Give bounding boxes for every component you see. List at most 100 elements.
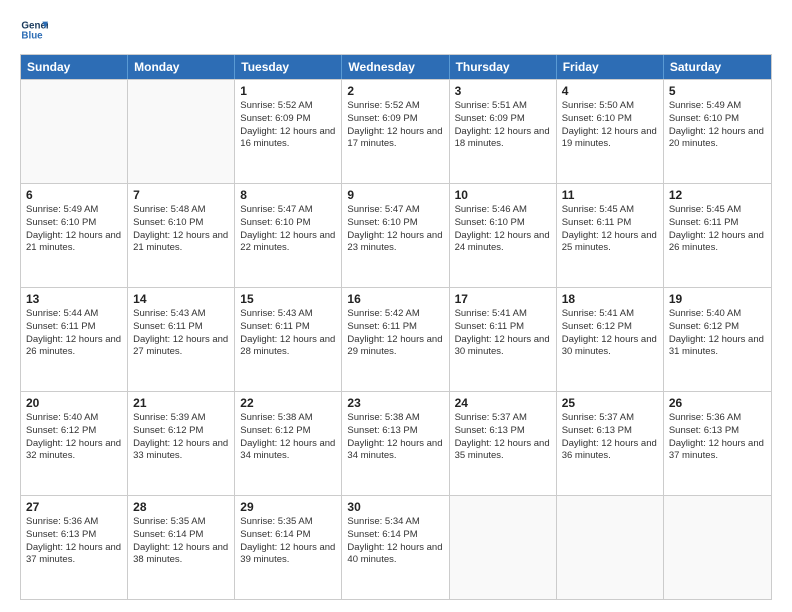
- header: General Blue: [20, 16, 772, 44]
- cell-info: Sunrise: 5:41 AM Sunset: 6:11 PM Dayligh…: [455, 308, 551, 359]
- cal-cell: 3Sunrise: 5:51 AM Sunset: 6:09 PM Daylig…: [450, 80, 557, 183]
- day-number: 13: [26, 292, 122, 306]
- day-number: 25: [562, 396, 658, 410]
- cal-cell: 23Sunrise: 5:38 AM Sunset: 6:13 PM Dayli…: [342, 392, 449, 495]
- cell-info: Sunrise: 5:49 AM Sunset: 6:10 PM Dayligh…: [669, 100, 766, 151]
- week-row-4: 27Sunrise: 5:36 AM Sunset: 6:13 PM Dayli…: [21, 495, 771, 599]
- day-number: 12: [669, 188, 766, 202]
- cal-cell: 2 Sunrise: 5:52 AM Sunset: 6:09 PM Daylig…: [342, 80, 449, 183]
- cell-info: Sunrise: 5:48 AM Sunset: 6:10 PM Dayligh…: [133, 204, 229, 255]
- day-number: 1: [240, 84, 336, 98]
- cal-cell: 8 Sunrise: 5:47 AM Sunset: 6:10 PM Daylig…: [235, 184, 342, 287]
- svg-text:Blue: Blue: [21, 30, 43, 41]
- cell-info: Sunrise: 5:37 AM Sunset: 6:13 PM Dayligh…: [455, 412, 551, 463]
- cell-info: Sunrise: 5:47 AM Sunset: 6:10 PM Dayligh…: [347, 204, 443, 255]
- cal-cell: 6 Sunrise: 5:49 AM Sunset: 6:10 PM Daylig…: [21, 184, 128, 287]
- day-number: 19: [669, 292, 766, 306]
- day-number: 23: [347, 396, 443, 410]
- day-number: 6: [26, 188, 122, 202]
- cell-info: Sunrise: 5:40 AM Sunset: 6:12 PM Dayligh…: [669, 308, 766, 359]
- week-row-0: 1 Sunrise: 5:52 AM Sunset: 6:09 PM Daylig…: [21, 79, 771, 183]
- day-number: 9: [347, 188, 443, 202]
- cell-info: Sunrise: 5:36 AM Sunset: 6:13 PM Dayligh…: [26, 516, 122, 567]
- cell-info: Sunrise: 5:49 AM Sunset: 6:10 PM Dayligh…: [26, 204, 122, 255]
- cell-info: Sunrise: 5:34 AM Sunset: 6:14 PM Dayligh…: [347, 516, 443, 567]
- day-number: 3: [455, 84, 551, 98]
- day-number: 11: [562, 188, 658, 202]
- cell-info: Sunrise: 5:37 AM Sunset: 6:13 PM Dayligh…: [562, 412, 658, 463]
- cal-cell: 7 Sunrise: 5:48 AM Sunset: 6:10 PM Daylig…: [128, 184, 235, 287]
- header-day-wednesday: Wednesday: [342, 55, 449, 79]
- cal-cell: 14 Sunrise: 5:43 AM Sunset: 6:11 PM Dayli…: [128, 288, 235, 391]
- cal-cell: 17 Sunrise: 5:41 AM Sunset: 6:11 PM Dayli…: [450, 288, 557, 391]
- header-day-monday: Monday: [128, 55, 235, 79]
- cal-cell: [450, 496, 557, 599]
- day-number: 14: [133, 292, 229, 306]
- cell-info: Sunrise: 5:39 AM Sunset: 6:12 PM Dayligh…: [133, 412, 229, 463]
- cal-cell: 26 Sunrise: 5:36 AM Sunset: 6:13 PM Dayli…: [664, 392, 771, 495]
- cell-info: Sunrise: 5:45 AM Sunset: 6:11 PM Dayligh…: [562, 204, 658, 255]
- header-day-friday: Friday: [557, 55, 664, 79]
- day-number: 28: [133, 500, 229, 514]
- cal-cell: 20 Sunrise: 5:40 AM Sunset: 6:12 PM Dayli…: [21, 392, 128, 495]
- cell-info: Sunrise: 5:45 AM Sunset: 6:11 PM Dayligh…: [669, 204, 766, 255]
- day-number: 16: [347, 292, 443, 306]
- cal-cell: [128, 80, 235, 183]
- week-row-1: 6 Sunrise: 5:49 AM Sunset: 6:10 PM Daylig…: [21, 183, 771, 287]
- calendar-body: 1 Sunrise: 5:52 AM Sunset: 6:09 PM Daylig…: [21, 79, 771, 599]
- cal-cell: 27Sunrise: 5:36 AM Sunset: 6:13 PM Dayli…: [21, 496, 128, 599]
- cal-cell: 16 Sunrise: 5:42 AM Sunset: 6:11 PM Dayli…: [342, 288, 449, 391]
- day-number: 15: [240, 292, 336, 306]
- cal-cell: 24 Sunrise: 5:37 AM Sunset: 6:13 PM Dayli…: [450, 392, 557, 495]
- cell-info: Sunrise: 5:35 AM Sunset: 6:14 PM Dayligh…: [133, 516, 229, 567]
- cell-info: Sunrise: 5:36 AM Sunset: 6:13 PM Dayligh…: [669, 412, 766, 463]
- cell-info: Sunrise: 5:43 AM Sunset: 6:11 PM Dayligh…: [133, 308, 229, 359]
- day-number: 20: [26, 396, 122, 410]
- cell-info: Sunrise: 5:42 AM Sunset: 6:11 PM Dayligh…: [347, 308, 443, 359]
- header-day-sunday: Sunday: [21, 55, 128, 79]
- day-number: 2: [347, 84, 443, 98]
- cal-cell: 18Sunrise: 5:41 AM Sunset: 6:12 PM Dayli…: [557, 288, 664, 391]
- cell-info: Sunrise: 5:38 AM Sunset: 6:12 PM Dayligh…: [240, 412, 336, 463]
- cal-cell: 25 Sunrise: 5:37 AM Sunset: 6:13 PM Dayli…: [557, 392, 664, 495]
- day-number: 10: [455, 188, 551, 202]
- cell-info: Sunrise: 5:52 AM Sunset: 6:09 PM Dayligh…: [240, 100, 336, 151]
- cal-cell: [664, 496, 771, 599]
- cal-cell: 15Sunrise: 5:43 AM Sunset: 6:11 PM Dayli…: [235, 288, 342, 391]
- cal-cell: 11 Sunrise: 5:45 AM Sunset: 6:11 PM Dayli…: [557, 184, 664, 287]
- cal-cell: 5 Sunrise: 5:49 AM Sunset: 6:10 PM Daylig…: [664, 80, 771, 183]
- week-row-3: 20 Sunrise: 5:40 AM Sunset: 6:12 PM Dayli…: [21, 391, 771, 495]
- cal-cell: 4Sunrise: 5:50 AM Sunset: 6:10 PM Daylig…: [557, 80, 664, 183]
- day-number: 29: [240, 500, 336, 514]
- cell-info: Sunrise: 5:40 AM Sunset: 6:12 PM Dayligh…: [26, 412, 122, 463]
- page: General Blue SundayMondayTuesdayWednesda…: [0, 0, 792, 612]
- cal-cell: 9 Sunrise: 5:47 AM Sunset: 6:10 PM Daylig…: [342, 184, 449, 287]
- header-day-saturday: Saturday: [664, 55, 771, 79]
- week-row-2: 13 Sunrise: 5:44 AM Sunset: 6:11 PM Dayli…: [21, 287, 771, 391]
- cal-cell: [21, 80, 128, 183]
- day-number: 7: [133, 188, 229, 202]
- cal-cell: [557, 496, 664, 599]
- cal-cell: 13 Sunrise: 5:44 AM Sunset: 6:11 PM Dayli…: [21, 288, 128, 391]
- header-day-tuesday: Tuesday: [235, 55, 342, 79]
- cal-cell: 28 Sunrise: 5:35 AM Sunset: 6:14 PM Dayli…: [128, 496, 235, 599]
- day-number: 4: [562, 84, 658, 98]
- cell-info: Sunrise: 5:44 AM Sunset: 6:11 PM Dayligh…: [26, 308, 122, 359]
- cell-info: Sunrise: 5:41 AM Sunset: 6:12 PM Dayligh…: [562, 308, 658, 359]
- day-number: 8: [240, 188, 336, 202]
- calendar: SundayMondayTuesdayWednesdayThursdayFrid…: [20, 54, 772, 600]
- day-number: 5: [669, 84, 766, 98]
- day-number: 17: [455, 292, 551, 306]
- cell-info: Sunrise: 5:52 AM Sunset: 6:09 PM Dayligh…: [347, 100, 443, 151]
- calendar-header: SundayMondayTuesdayWednesdayThursdayFrid…: [21, 55, 771, 79]
- cal-cell: 29Sunrise: 5:35 AM Sunset: 6:14 PM Dayli…: [235, 496, 342, 599]
- logo: General Blue: [20, 16, 50, 44]
- day-number: 24: [455, 396, 551, 410]
- day-number: 26: [669, 396, 766, 410]
- cal-cell: 1 Sunrise: 5:52 AM Sunset: 6:09 PM Daylig…: [235, 80, 342, 183]
- cal-cell: 22Sunrise: 5:38 AM Sunset: 6:12 PM Dayli…: [235, 392, 342, 495]
- cal-cell: 30Sunrise: 5:34 AM Sunset: 6:14 PM Dayli…: [342, 496, 449, 599]
- cell-info: Sunrise: 5:47 AM Sunset: 6:10 PM Dayligh…: [240, 204, 336, 255]
- cell-info: Sunrise: 5:46 AM Sunset: 6:10 PM Dayligh…: [455, 204, 551, 255]
- cal-cell: 21Sunrise: 5:39 AM Sunset: 6:12 PM Dayli…: [128, 392, 235, 495]
